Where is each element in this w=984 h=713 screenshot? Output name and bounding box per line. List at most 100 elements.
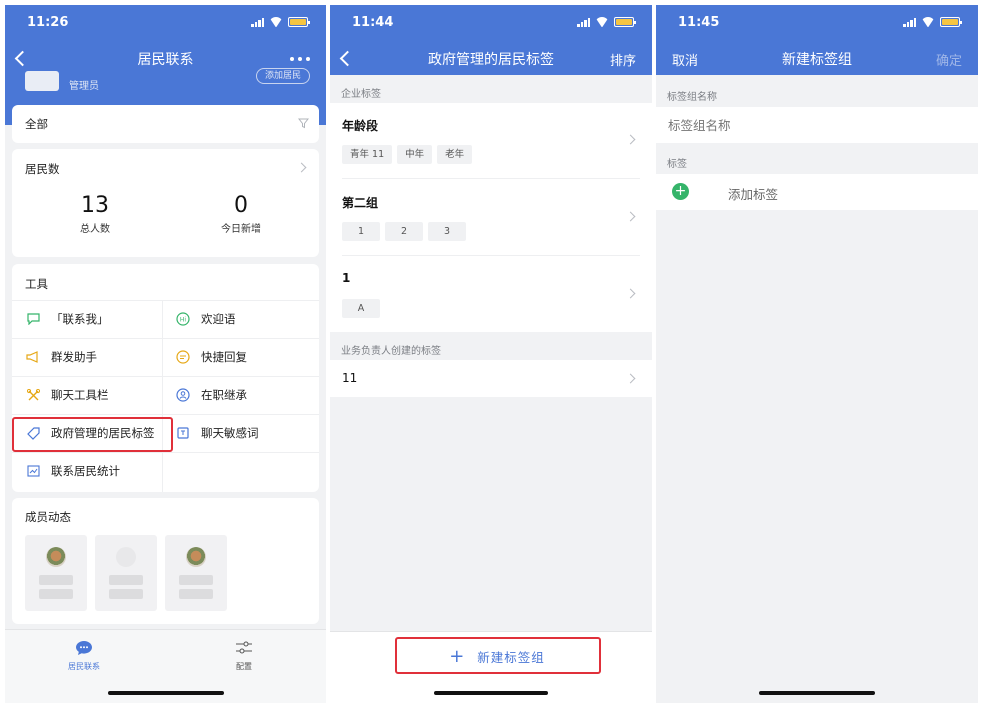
tag-group-name: 年龄段 xyxy=(342,119,379,133)
chevron-right-icon xyxy=(625,211,636,222)
total-label: 总人数 xyxy=(80,224,110,235)
transfer-icon xyxy=(175,387,191,403)
nav-bar: 取消 新建标签组 确定 xyxy=(656,45,978,73)
tag-group-row[interactable]: 年龄段 青年 11 中年 老年 xyxy=(330,103,652,179)
tab-label: 配置 xyxy=(236,662,252,671)
svg-text:Hi: Hi xyxy=(180,317,187,324)
sort-button[interactable]: 排序 xyxy=(610,50,636,69)
tag-chip: A xyxy=(342,299,380,318)
tool-quick-reply[interactable]: 快捷回复 xyxy=(175,338,247,376)
tool-sensitive-words[interactable]: 聊天敏感词 xyxy=(175,414,259,452)
page-title: 新建标签组 xyxy=(782,52,852,68)
tool-label: 群发助手 xyxy=(51,350,97,364)
quick-reply-icon xyxy=(175,349,191,365)
owner-tag-row[interactable]: 11 xyxy=(330,360,652,397)
nav-bar: 政府管理的居民标签 排序 xyxy=(330,45,652,73)
home-indicator xyxy=(434,691,548,695)
screen-new-tag-group: 11:45 取消 新建标签组 确定 标签组名称 标签 + 添加标签 xyxy=(656,5,978,703)
owner-tag-name: 11 xyxy=(342,371,358,385)
tool-label: 欢迎语 xyxy=(201,312,236,326)
tool-welcome[interactable]: Hi 欢迎语 xyxy=(175,300,236,338)
sensitive-word-icon xyxy=(175,425,191,441)
filter-icon[interactable] xyxy=(298,118,309,129)
tag-group-row[interactable]: 1 A xyxy=(330,256,652,332)
tool-broadcast[interactable]: 群发助手 xyxy=(25,338,97,376)
member-avatar[interactable] xyxy=(25,535,87,611)
confirm-button[interactable]: 确定 xyxy=(936,50,962,69)
signal-icon xyxy=(903,17,916,27)
tab-bar: 居民联系 配置 xyxy=(5,629,326,703)
add-tag-row[interactable]: + 添加标签 xyxy=(656,174,978,210)
add-circle-icon[interactable]: + xyxy=(672,183,689,200)
tag-chip: 老年 xyxy=(437,145,473,164)
new-label: 今日新增 xyxy=(221,224,261,235)
tools-title: 工具 xyxy=(25,277,48,291)
tag-group-name: 1 xyxy=(342,271,351,285)
chat-bubble-icon xyxy=(76,641,92,655)
resident-count-card[interactable]: 居民数 13 总人数 0 今日新增 xyxy=(12,149,319,257)
tool-chat-toolbar[interactable]: 聊天工具栏 xyxy=(25,376,109,414)
member-avatar[interactable] xyxy=(165,535,227,611)
total-stat: 13 总人数 xyxy=(40,193,150,235)
home-indicator xyxy=(759,691,875,695)
tags-header: 标签 xyxy=(667,159,687,170)
page-title: 政府管理的居民标签 xyxy=(428,52,554,68)
tab-settings[interactable]: 配置 xyxy=(209,640,279,672)
battery-icon xyxy=(940,17,962,27)
page-title: 居民联系 xyxy=(137,52,194,68)
tool-contact-stats[interactable]: 联系居民统计 xyxy=(25,452,120,490)
toolbar-icon xyxy=(25,387,41,403)
tool-contact-me[interactable]: 「联系我」 xyxy=(25,300,109,338)
tag-chip: 中年 xyxy=(397,145,433,164)
tag-chip: 2 xyxy=(385,222,423,241)
hi-icon: Hi xyxy=(175,311,191,327)
add-resident-button[interactable]: 添加居民 xyxy=(255,68,310,84)
status-time: 11:26 xyxy=(27,15,69,30)
chevron-right-icon xyxy=(296,162,307,173)
tag-group-name: 第二组 xyxy=(342,196,379,210)
signal-icon xyxy=(251,17,264,27)
avatar xyxy=(25,71,59,91)
tag-chip-list: 123 xyxy=(342,219,471,241)
screen-resident-tags: 11:44 政府管理的居民标签 排序 企业标签 年龄段 青年 11 中年 老年 第二… xyxy=(330,5,652,703)
tool-label: 快捷回复 xyxy=(201,350,247,364)
wifi-icon xyxy=(921,17,935,27)
status-time: 11:45 xyxy=(678,15,720,30)
filter-label: 全部 xyxy=(25,117,48,131)
chevron-right-icon xyxy=(625,134,636,145)
screen-resident-contact: 11:26 居民联系 管理员 添加居民 全部 居民数 13 总人数 0 今日新增 xyxy=(5,5,326,703)
wifi-icon xyxy=(595,17,609,27)
tag-group-row[interactable]: 第二组 123 xyxy=(330,179,652,256)
tool-transfer[interactable]: 在职继承 xyxy=(175,376,247,414)
tools-card: 工具 「联系我」 Hi 欢迎语 群发助手 快捷回复 聊天工具栏 在职继承 政府管… xyxy=(12,264,319,492)
total-value: 13 xyxy=(81,193,109,218)
chat-icon xyxy=(25,311,41,327)
battery-icon xyxy=(614,17,636,27)
group-name-header: 标签组名称 xyxy=(667,92,717,103)
member-avatar[interactable] xyxy=(95,535,157,611)
tab-label: 居民联系 xyxy=(68,662,100,671)
megaphone-icon xyxy=(25,349,41,365)
chevron-right-icon xyxy=(625,288,636,299)
group-name-input[interactable] xyxy=(668,107,964,143)
more-icon[interactable] xyxy=(290,57,310,61)
home-indicator xyxy=(107,691,224,695)
tag-chip-list: 青年 11 中年 老年 xyxy=(342,142,477,164)
member-activity-card: 成员动态 xyxy=(12,498,319,624)
tool-label: 在职继承 xyxy=(201,388,247,402)
tool-label: 聊天敏感词 xyxy=(201,426,259,440)
tab-resident-contact[interactable]: 居民联系 xyxy=(49,640,119,672)
member-activity-title: 成员动态 xyxy=(25,510,71,524)
stats-icon xyxy=(25,463,41,479)
admin-label: 管理员 xyxy=(69,81,99,92)
owner-tags-header: 业务负责人创建的标签 xyxy=(341,346,441,357)
status-bar: 11:45 xyxy=(656,15,978,31)
enterprise-tags-header: 企业标签 xyxy=(341,89,381,100)
add-tag-label: 添加标签 xyxy=(728,187,779,202)
battery-icon xyxy=(288,17,310,27)
tool-label: 联系居民统计 xyxy=(51,464,120,478)
tool-label: 「联系我」 xyxy=(51,312,109,326)
resident-count-title: 居民数 xyxy=(25,162,60,176)
tag-chip: 1 xyxy=(342,222,380,241)
filter-card[interactable]: 全部 xyxy=(12,105,319,143)
